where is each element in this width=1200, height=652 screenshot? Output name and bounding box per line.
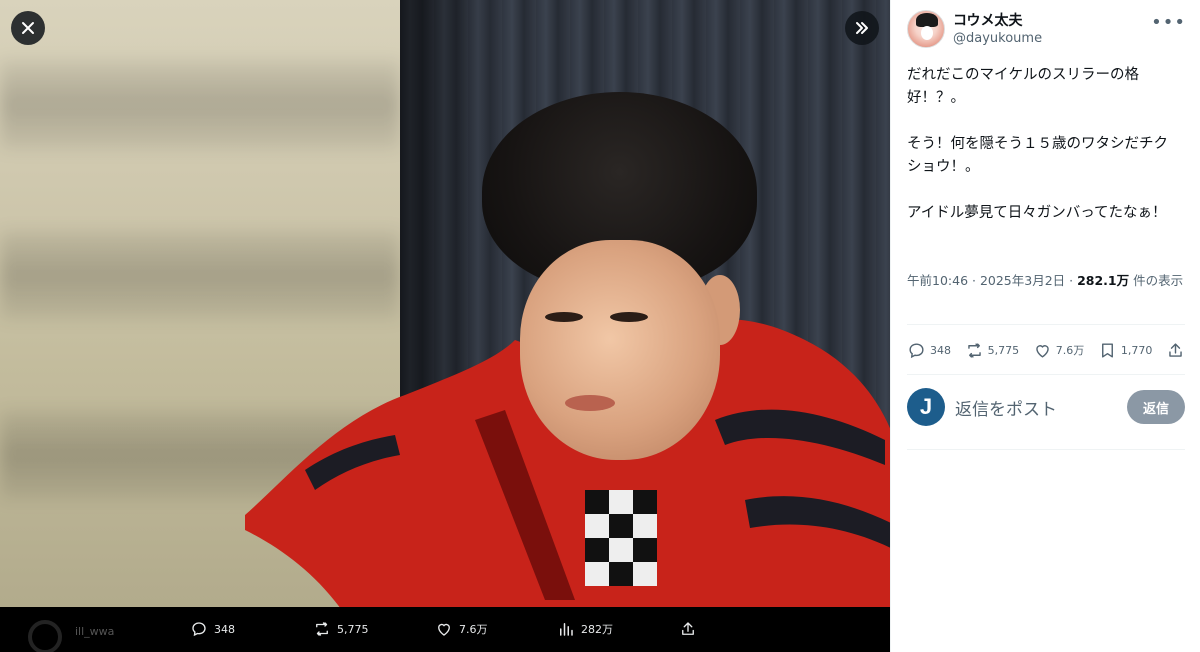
tweet-actions: 348 5,775 7.6万 1,770 bbox=[907, 338, 1185, 362]
share-icon bbox=[1169, 342, 1182, 357]
media-repost-count: 5,775 bbox=[337, 622, 369, 636]
more-dots-icon: ••• bbox=[1151, 12, 1186, 33]
media-share-button[interactable] bbox=[679, 620, 697, 638]
views-chart-icon bbox=[560, 623, 573, 636]
media-views-count: 282万 bbox=[581, 623, 613, 636]
bookmark-icon bbox=[1101, 342, 1113, 358]
tweet-view-label: 件の表示 bbox=[1129, 273, 1184, 288]
background-avatar bbox=[28, 620, 62, 652]
reply-icon bbox=[192, 622, 206, 637]
divider bbox=[907, 324, 1185, 325]
media-viewer: ill_wwa 348 5,775 7.6万 282万 bbox=[0, 0, 890, 652]
reply-submit-button[interactable]: 返信 bbox=[1127, 390, 1185, 424]
tweet-time[interactable]: 午前10:46 bbox=[907, 273, 968, 288]
divider bbox=[907, 449, 1185, 450]
background-username: ill_wwa bbox=[75, 625, 115, 638]
media-reply-button[interactable]: 348 bbox=[190, 620, 235, 638]
divider bbox=[907, 374, 1185, 375]
reply-icon bbox=[909, 342, 924, 358]
media-reply-count: 348 bbox=[214, 622, 235, 636]
share-icon bbox=[682, 622, 694, 635]
repost-icon bbox=[967, 342, 981, 358]
close-icon bbox=[22, 22, 34, 34]
repost-count: 5,775 bbox=[987, 343, 1020, 357]
like-count: 7.6万 bbox=[1055, 344, 1085, 357]
repost-icon bbox=[316, 622, 328, 636]
tweet-paragraph: だれだこのマイケルのスリラーの格好！？。 bbox=[907, 67, 1139, 106]
media-action-bar: ill_wwa 348 5,775 7.6万 282万 bbox=[0, 607, 890, 652]
heart-icon bbox=[1035, 344, 1049, 358]
double-chevron-right-icon bbox=[856, 22, 868, 34]
reply-composer: J 返信をポスト 返信 bbox=[907, 385, 1185, 429]
tweet-paragraph: そう！何を隠そう１５歳のワタシだチクショウ！。 bbox=[907, 136, 1168, 175]
like-button[interactable]: 7.6万 bbox=[1033, 341, 1085, 360]
tweet-paragraph: アイドル夢見て日々ガンバってたなぁ！ bbox=[907, 205, 1167, 221]
more-options-button[interactable]: ••• bbox=[1151, 12, 1186, 33]
media-like-button[interactable]: 7.6万 bbox=[435, 620, 488, 638]
media-views-button[interactable]: 282万 bbox=[557, 620, 613, 638]
reply-count: 348 bbox=[930, 343, 951, 357]
tweet-detail-panel: コウメ太夫 @dayukoume ••• だれだこのマイケルのスリラーの格好！？… bbox=[890, 0, 1200, 652]
tweet-date[interactable]: 2025年3月2日 bbox=[980, 273, 1065, 288]
media-repost-button[interactable]: 5,775 bbox=[313, 620, 369, 638]
bookmark-count: 1,770 bbox=[1120, 343, 1153, 357]
heart-icon bbox=[438, 623, 450, 636]
media-like-count: 7.6万 bbox=[459, 623, 488, 636]
bookmark-button[interactable]: 1,770 bbox=[1098, 341, 1153, 360]
share-button[interactable] bbox=[1166, 341, 1185, 360]
author-handle[interactable]: @dayukoume bbox=[953, 30, 1042, 47]
repost-button[interactable]: 5,775 bbox=[965, 341, 1020, 360]
reply-input[interactable]: 返信をポスト bbox=[955, 395, 1127, 420]
tweet-photo[interactable] bbox=[0, 0, 890, 607]
reply-button[interactable]: 348 bbox=[907, 341, 951, 360]
tweet-author[interactable]: コウメ太夫 @dayukoume bbox=[907, 10, 1042, 48]
avatar[interactable] bbox=[907, 10, 945, 48]
author-display-name[interactable]: コウメ太夫 bbox=[953, 12, 1042, 30]
tweet-view-count: 282.1万 bbox=[1077, 273, 1130, 288]
tweet-meta: 午前10:46 · 2025年3月2日 · 282.1万 件の表示 bbox=[907, 273, 1184, 288]
close-button[interactable] bbox=[11, 11, 45, 45]
current-user-avatar[interactable]: J bbox=[907, 388, 945, 426]
expand-panel-button[interactable] bbox=[845, 11, 879, 45]
tweet-text: だれだこのマイケルのスリラーの格好！？。 そう！何を隠そう１５歳のワタシだチクシ… bbox=[907, 64, 1177, 225]
